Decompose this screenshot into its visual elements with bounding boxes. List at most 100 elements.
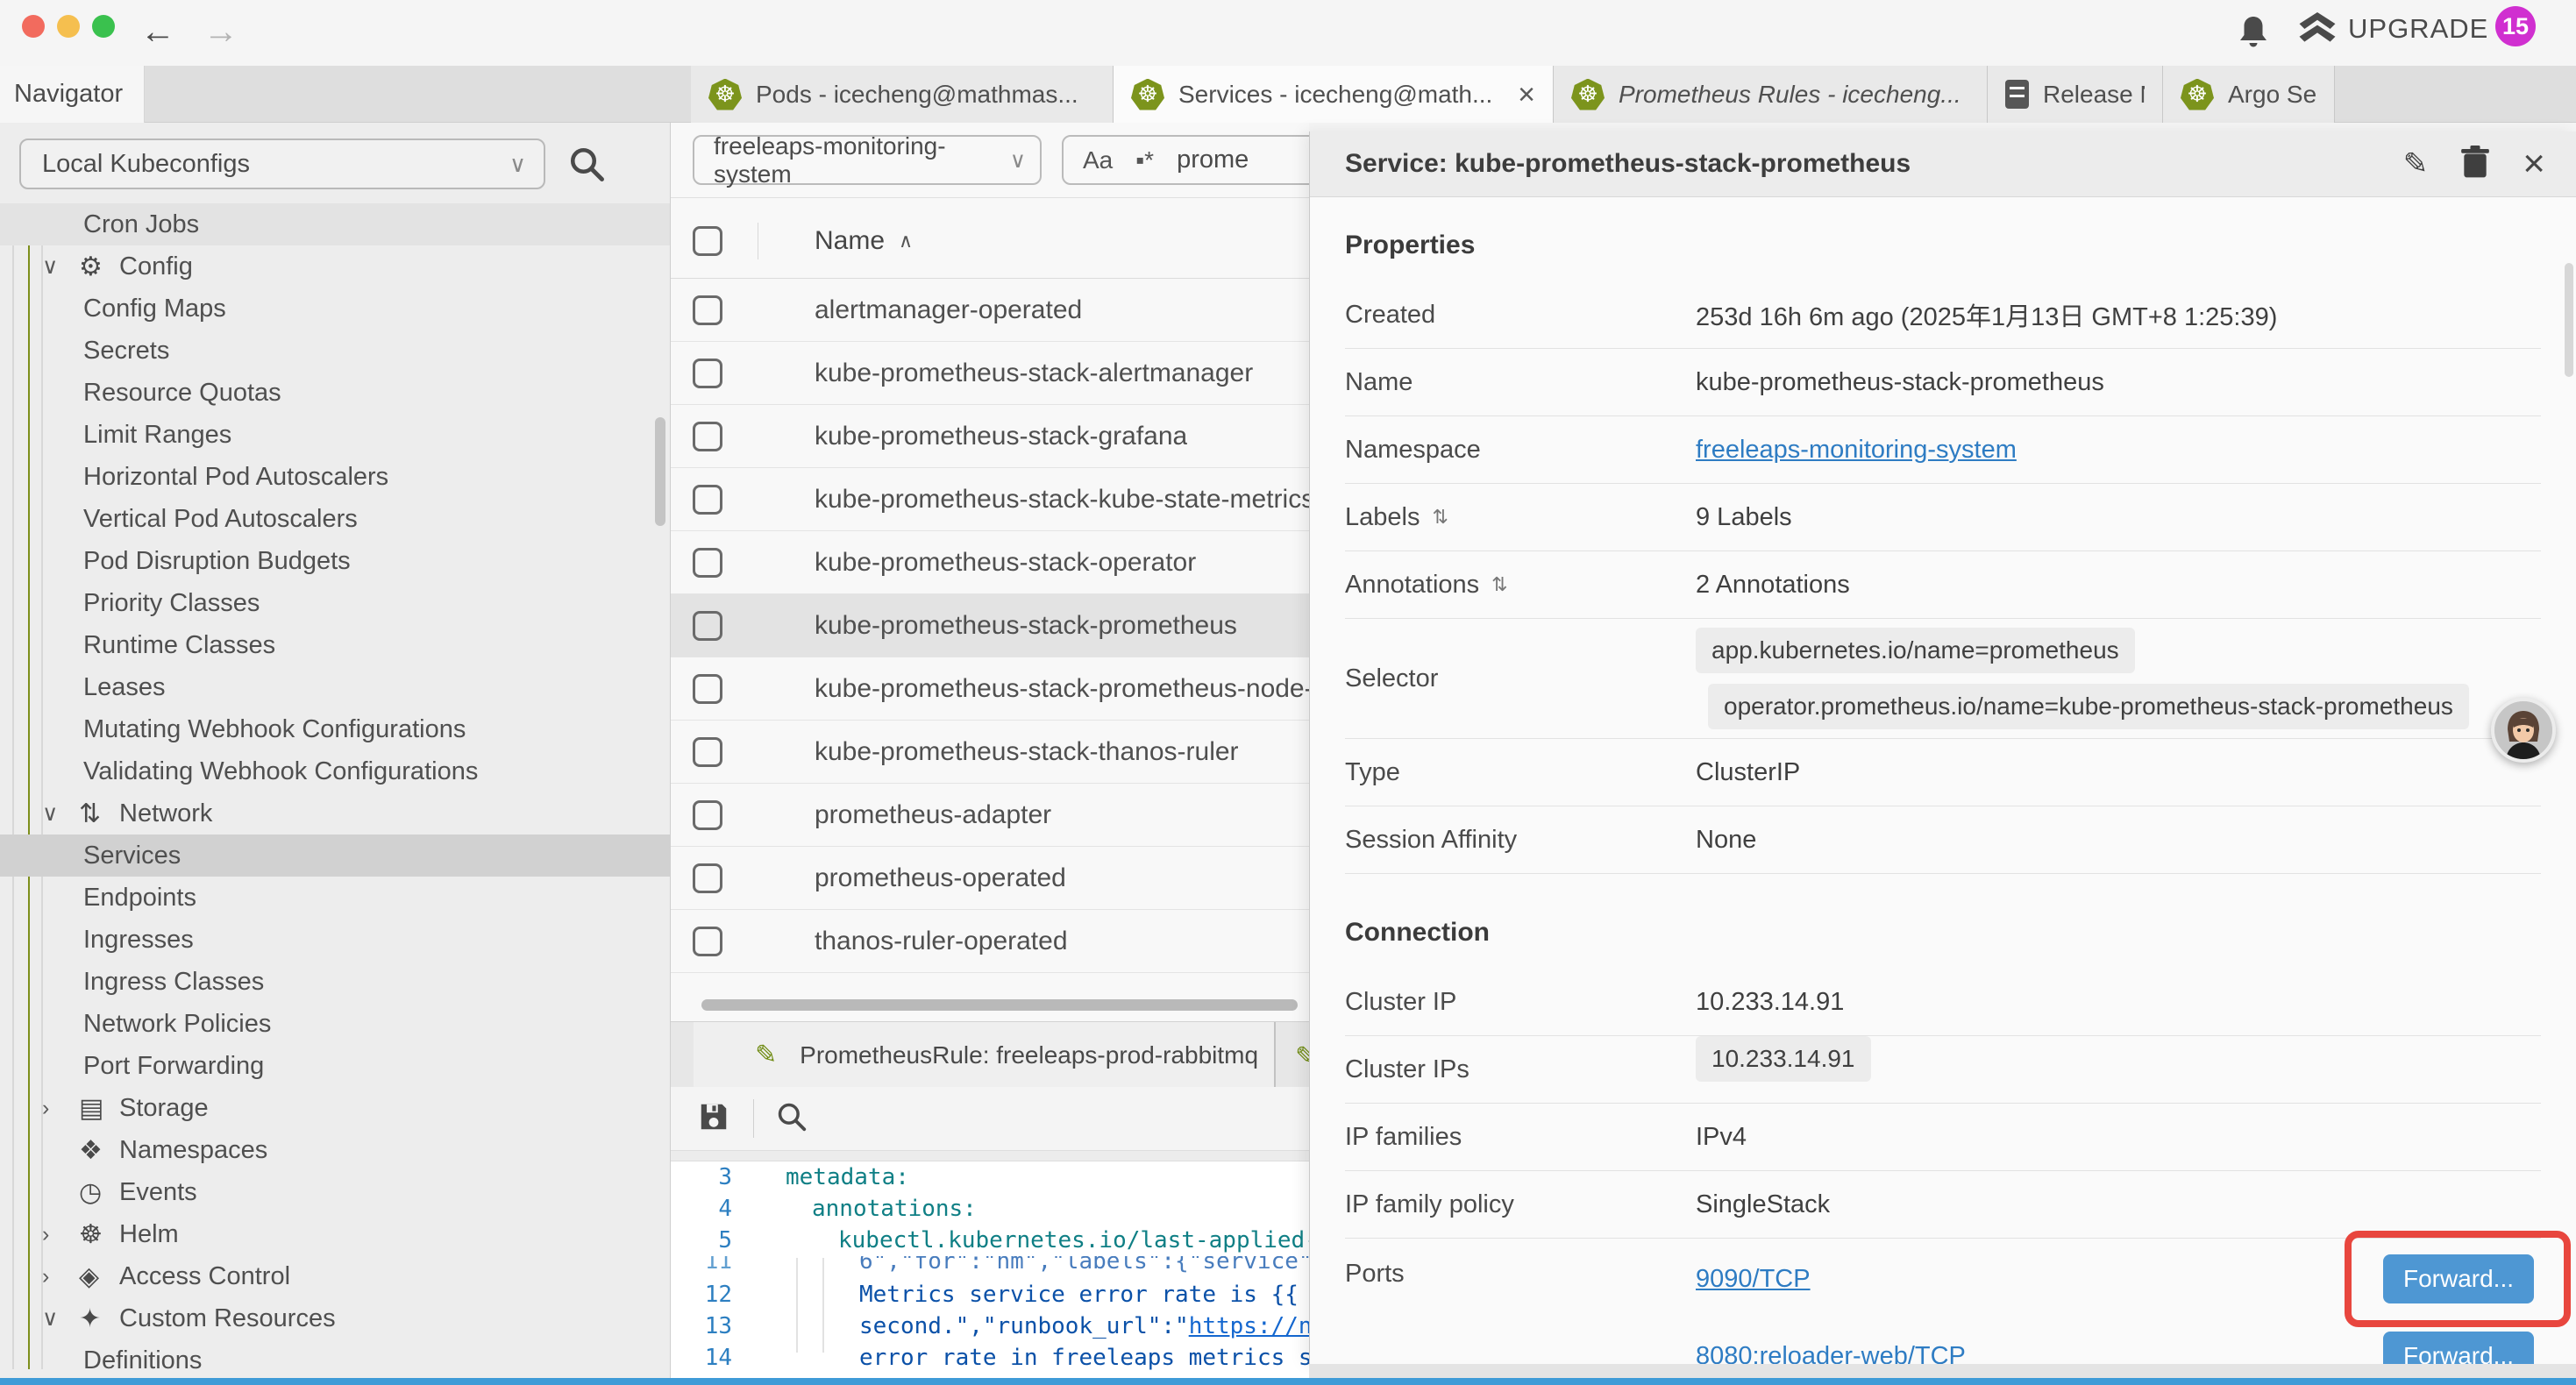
row-checkbox[interactable]	[693, 611, 722, 641]
down-icon[interactable]: ∨	[42, 800, 79, 827]
horizontal-scrollbar[interactable]	[701, 999, 1298, 1011]
selector-chip[interactable]: operator.prometheus.io/name=kube-prometh…	[1708, 684, 2469, 729]
right-icon[interactable]: ›	[42, 1264, 79, 1289]
editor-tab-prometheusrule[interactable]: ✎ PrometheusRule: freeleaps-prod-rabbitm…	[694, 1022, 1276, 1088]
down-icon[interactable]: ∨	[42, 1305, 79, 1332]
tree-item[interactable]: Endpoints	[0, 877, 670, 919]
table-row[interactable]: thanos-ruler-operated	[671, 910, 1309, 973]
cluster-tab[interactable]: ☸ Argo Se	[2163, 66, 2335, 123]
selector-chip[interactable]: app.kubernetes.io/name=prometheus	[1696, 628, 2135, 673]
editor-line[interactable]: 13 second.","runbook_url":"https://net	[671, 1310, 1309, 1342]
table-row[interactable]: kube-prometheus-stack-kube-state-metrics	[671, 468, 1309, 531]
name-column-header[interactable]: Name	[815, 226, 885, 256]
notifications-bell-icon[interactable]	[2238, 14, 2269, 55]
tree-item[interactable]: Resource Quotas	[0, 372, 670, 414]
table-row[interactable]: kube-prometheus-stack-prometheus	[671, 594, 1309, 657]
close-icon[interactable]: ×	[2523, 146, 2545, 181]
row-checkbox[interactable]	[693, 674, 722, 704]
annotations-count[interactable]: 2 Annotations	[1696, 571, 1850, 600]
navigator-panel-tab[interactable]: Navigator	[0, 66, 145, 123]
edit-pencil-icon[interactable]: ✎	[2403, 146, 2429, 181]
delete-trash-icon[interactable]	[2461, 146, 2489, 183]
tree-item[interactable]: Ingresses	[0, 919, 670, 961]
tree-item[interactable]: ◷ Events	[0, 1171, 670, 1213]
match-case-icon[interactable]: Aa	[1083, 146, 1113, 174]
tree-item[interactable]: Cron Jobs	[0, 203, 670, 245]
sidebar-scrollbar[interactable]	[655, 417, 665, 526]
row-checkbox[interactable]	[693, 800, 722, 830]
table-row[interactable]: alertmanager-operated	[671, 279, 1309, 342]
editor-search-icon[interactable]	[775, 1100, 808, 1138]
row-checkbox[interactable]	[693, 359, 722, 388]
row-checkbox[interactable]	[693, 422, 722, 451]
tree-item[interactable]: Runtime Classes	[0, 624, 670, 666]
tree-item[interactable]: › ◈ Access Control	[0, 1255, 670, 1297]
labels-count[interactable]: 9 Labels	[1696, 503, 1792, 532]
forward-button[interactable]: Forward...	[2383, 1254, 2534, 1303]
row-checkbox[interactable]	[693, 548, 722, 578]
tree-item[interactable]: Secrets	[0, 330, 670, 372]
tree-item[interactable]: ∨ ⇅ Network	[0, 792, 670, 835]
close-window-button[interactable]	[22, 15, 45, 38]
cluster-tab[interactable]: ☸ Services - icecheng@math... ×	[1114, 66, 1554, 123]
editor-line[interactable]: 4 annotations:	[671, 1193, 1309, 1225]
tree-item[interactable]: Limit Ranges	[0, 414, 670, 456]
table-row[interactable]: kube-prometheus-stack-grafana	[671, 405, 1309, 468]
detail-scrollbar[interactable]	[2565, 263, 2573, 377]
port-link-9090[interactable]: 9090/TCP	[1696, 1265, 1811, 1294]
tree-item[interactable]: ∨ ✦ Custom Resources	[0, 1297, 670, 1339]
tree-item[interactable]: Priority Classes	[0, 582, 670, 624]
cluster-tab[interactable]: ☸ Prometheus Rules - icecheng...	[1554, 66, 1988, 123]
sort-ascending-icon[interactable]: ∧	[899, 230, 913, 252]
save-icon[interactable]	[697, 1100, 730, 1138]
tree-item[interactable]: Vertical Pod Autoscalers	[0, 498, 670, 540]
table-row[interactable]: kube-prometheus-stack-prometheus-node-ex…	[671, 657, 1309, 721]
tree-item[interactable]: Port Forwarding	[0, 1045, 670, 1087]
tree-item[interactable]: Mutating Webhook Configurations	[0, 708, 670, 750]
code-segment-link[interactable]: https://net	[1189, 1313, 1309, 1339]
namespace-select[interactable]: freeleaps-monitoring-system ∨	[693, 135, 1042, 185]
row-checkbox[interactable]	[693, 927, 722, 956]
row-checkbox[interactable]	[693, 295, 722, 325]
upgrade-button[interactable]: UPGRADE	[2299, 12, 2488, 46]
port-link-8080[interactable]: 8080:reloader-web/TCP	[1696, 1342, 1966, 1365]
row-checkbox[interactable]	[693, 863, 722, 893]
back-icon[interactable]: ←	[140, 7, 175, 56]
tree-item[interactable]: › ▤ Storage	[0, 1087, 670, 1129]
table-row[interactable]: prometheus-operated	[671, 847, 1309, 910]
tree-item[interactable]: Network Policies	[0, 1003, 670, 1045]
table-row[interactable]: kube-prometheus-stack-alertmanager	[671, 342, 1309, 405]
edit-pencil-icon[interactable]: ✎	[1295, 1041, 1309, 1072]
editor-line[interactable]: 14 error rate in freeleaps metrics ser	[671, 1342, 1309, 1374]
cluster-ip-chip[interactable]: 10.233.14.91	[1696, 1036, 1871, 1082]
table-row[interactable]: prometheus-adapter	[671, 784, 1309, 847]
editor-line[interactable]: 11 6","for":"hm","labels":{"service":	[671, 1256, 1309, 1279]
notification-count-badge[interactable]: 15	[2495, 6, 2536, 46]
right-icon[interactable]: ›	[42, 1222, 79, 1247]
yaml-editor[interactable]: 3 metadata: 4 annotations: 5 kubectl.kub…	[671, 1161, 1309, 1378]
kubeconfig-select[interactable]: Local Kubeconfigs ∨	[19, 138, 545, 189]
editor-line[interactable]: 3 metadata:	[671, 1161, 1309, 1193]
forward-button[interactable]: Forward...	[2383, 1332, 2534, 1364]
table-row[interactable]: kube-prometheus-stack-operator	[671, 531, 1309, 594]
minimize-window-button[interactable]	[57, 15, 80, 38]
tree-item[interactable]: Config Maps	[0, 288, 670, 330]
zoom-window-button[interactable]	[92, 15, 115, 38]
tree-item[interactable]: Validating Webhook Configurations	[0, 750, 670, 792]
editor-line[interactable]: 5 kubectl.kubernetes.io/last-applied-co	[671, 1225, 1309, 1256]
tree-item[interactable]: Leases	[0, 666, 670, 708]
tree-item[interactable]: ∨ ⚙ Config	[0, 245, 670, 288]
tree-item[interactable]: Pod Disruption Budgets	[0, 540, 670, 582]
select-all-checkbox[interactable]	[693, 226, 722, 256]
editor-line[interactable]: 12 Metrics service error rate is {{ $va	[671, 1279, 1309, 1310]
right-icon[interactable]: ›	[42, 1096, 79, 1121]
tree-item[interactable]: › ☸ Helm	[0, 1213, 670, 1255]
search-icon[interactable]	[568, 146, 605, 187]
forward-icon[interactable]: →	[203, 7, 238, 56]
sort-toggle-icon[interactable]: ⇅	[1432, 506, 1448, 529]
tree-item[interactable]: Ingress Classes	[0, 961, 670, 1003]
cluster-tab[interactable]: Release Notes	[1988, 66, 2163, 123]
namespace-link[interactable]: freeleaps-monitoring-system	[1696, 436, 2017, 465]
tree-item[interactable]: Horizontal Pod Autoscalers	[0, 456, 670, 498]
user-avatar[interactable]	[2491, 698, 2556, 763]
